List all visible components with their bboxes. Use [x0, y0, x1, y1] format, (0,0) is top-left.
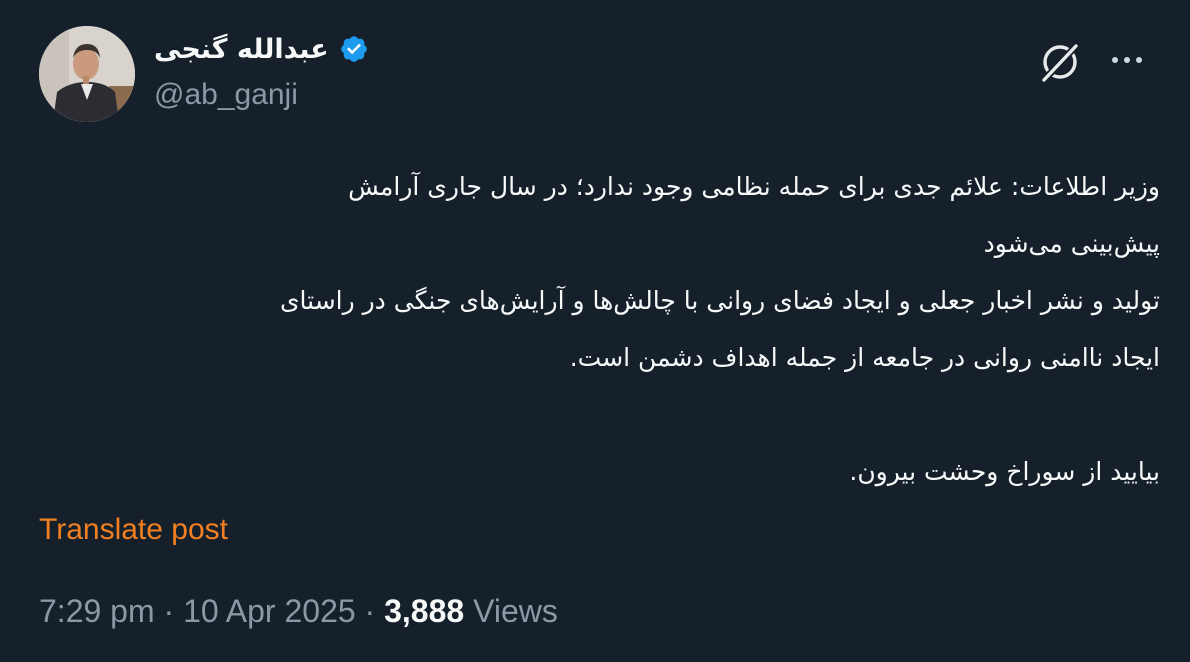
meta-separator: ·: [154, 593, 184, 629]
views-count: 3,888: [384, 593, 465, 629]
post-date[interactable]: 10 Apr 2025: [183, 593, 356, 629]
post-text-line: پیش‌بینی می‌شود: [983, 229, 1160, 258]
post-text-line: ایجاد ناامنی روانی در جامعه از جمله اهدا…: [569, 343, 1160, 372]
author-handle[interactable]: @ab_ganji: [154, 80, 298, 110]
post-time[interactable]: 7:29 pm: [39, 593, 155, 629]
avatar[interactable]: [39, 26, 135, 122]
more-dot: [1136, 57, 1142, 63]
author-name-row: عبدالله گنجی: [154, 28, 369, 70]
views-label: Views: [473, 593, 558, 629]
post-meta: 7:29 pm · 10 Apr 2025 · 3,888 Views: [39, 592, 558, 630]
translate-post-link[interactable]: Translate post: [39, 512, 228, 548]
more-dot: [1124, 57, 1130, 63]
post-text-blank-line: [36, 386, 1160, 443]
post-text-line: وزیر اطلاعات: علائم جدی برای حمله نظامی …: [348, 172, 1160, 201]
meta-separator: ·: [355, 593, 385, 629]
post-text-line: تولید و نشر اخبار جعلی و ایجاد فضای روان…: [279, 286, 1160, 315]
author-display-name[interactable]: عبدالله گنجی: [154, 36, 329, 63]
more-dots-icon[interactable]: [1112, 52, 1148, 68]
verified-badge-icon[interactable]: [339, 34, 369, 64]
more-dot: [1112, 57, 1118, 63]
post-text-line: بیایید از سوراخ وحشت بیرون.: [849, 457, 1160, 486]
post-text: وزیر اطلاعات: علائم جدی برای حمله نظامی …: [36, 158, 1160, 500]
grok-icon[interactable]: [1038, 40, 1082, 84]
